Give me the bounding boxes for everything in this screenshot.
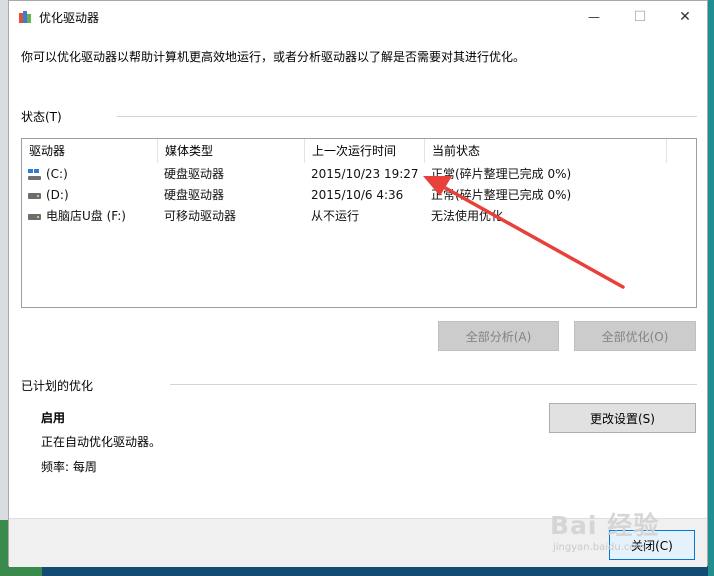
hard-drive-icon — [28, 214, 41, 220]
maximize-icon: ☐ — [633, 8, 647, 25]
drives-list[interactable]: 驱动器 媒体类型 上一次运行时间 当前状态 (C:) 硬盘驱动器 2015/10… — [21, 138, 697, 308]
baidu-watermark-url: jingyan.baidu.com — [553, 542, 646, 553]
column-header-media-type[interactable]: 媒体类型 — [158, 139, 305, 163]
drive-row-c[interactable]: (C:) 硬盘驱动器 2015/10/23 19:27 正常(碎片整理已完成 0… — [22, 164, 696, 185]
intro-description: 你可以优化驱动器以帮助计算机更高效地运行，或者分析驱动器以了解是否需要对其进行优… — [21, 50, 526, 64]
current-status: 正常(碎片整理已完成 0%) — [431, 167, 572, 181]
column-header-current-status[interactable]: 当前状态 — [425, 139, 667, 163]
media-type: 可移动驱动器 — [164, 209, 237, 223]
optimize-drives-window: 优化驱动器 — ☐ ✕ 你可以优化驱动器以帮助计算机更高效地运行，或者分析驱动器… — [8, 0, 708, 567]
last-run-time: 从不运行 — [311, 209, 360, 223]
taskbar-strip — [42, 566, 714, 576]
column-header-drive[interactable]: 驱动器 — [22, 139, 158, 163]
analyze-all-button[interactable]: 全部分析(A) — [438, 321, 559, 351]
last-run-time: 2015/10/23 19:27 — [311, 167, 419, 181]
drive-name: 电脑店U盘 (F:) — [46, 209, 126, 223]
window-title: 优化驱动器 — [39, 11, 100, 25]
scheduled-section-label: 已计划的优化 — [21, 379, 94, 393]
media-type: 硬盘驱动器 — [164, 167, 225, 181]
current-status: 无法使用优化 — [431, 209, 504, 223]
status-section-label: 状态(T) — [21, 110, 62, 124]
schedule-state: 启用 — [41, 411, 66, 425]
close-icon: ✕ — [679, 8, 691, 25]
minimize-icon: — — [588, 9, 600, 24]
column-header-last-run[interactable]: 上一次运行时间 — [305, 139, 425, 163]
optimize-all-button[interactable]: 全部优化(O) — [574, 321, 696, 351]
current-status: 正常(碎片整理已完成 0%) — [431, 188, 572, 202]
desktop-edge — [708, 0, 714, 576]
defrag-app-icon — [19, 11, 31, 23]
drive-row-f[interactable]: 电脑店U盘 (F:) 可移动驱动器 从不运行 无法使用优化 — [22, 206, 696, 227]
schedule-frequency: 频率: 每周 — [41, 460, 97, 474]
drive-name: (D:) — [46, 188, 69, 202]
last-run-time: 2015/10/6 4:36 — [311, 188, 404, 202]
windows-drive-icon — [28, 169, 41, 180]
drive-row-d[interactable]: (D:) 硬盘驱动器 2015/10/6 4:36 正常(碎片整理已完成 0%) — [22, 185, 696, 206]
maximize-button[interactable]: ☐ — [617, 1, 663, 32]
drive-name: (C:) — [46, 167, 68, 181]
media-type: 硬盘驱动器 — [164, 188, 225, 202]
hard-drive-icon — [28, 193, 41, 199]
schedule-description: 正在自动优化驱动器。 — [41, 435, 162, 449]
baidu-watermark: Bai 经验 — [550, 511, 660, 540]
scheduled-divider — [170, 384, 697, 385]
title-bar: 优化驱动器 — ☐ ✕ — [9, 1, 707, 32]
status-divider — [117, 116, 697, 117]
change-settings-button[interactable]: 更改设置(S) — [549, 403, 696, 433]
minimize-button[interactable]: — — [571, 1, 617, 32]
close-window-button[interactable]: ✕ — [662, 1, 708, 32]
